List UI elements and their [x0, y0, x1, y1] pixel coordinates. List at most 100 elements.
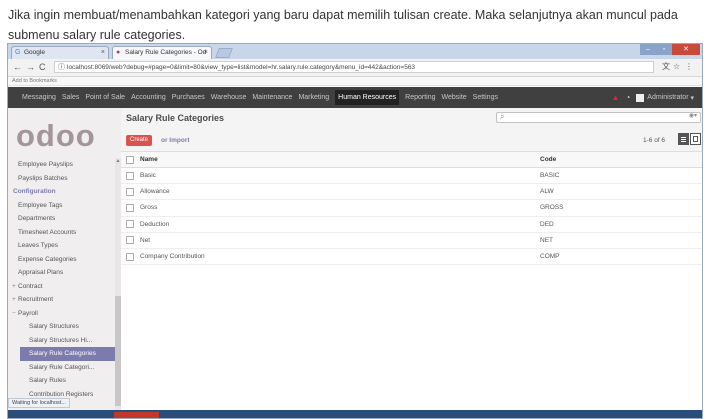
- top-menu-item[interactable]: Settings: [473, 94, 498, 101]
- row-checkbox[interactable]: [121, 183, 139, 201]
- cell-name: Company Contribution: [139, 248, 539, 266]
- cell-code: COMP: [539, 248, 702, 266]
- table-row[interactable]: Basic BASIC: [121, 167, 702, 185]
- top-menu-item[interactable]: Human Resources: [335, 90, 400, 105]
- sidebar-item-label: Payslips Batches: [18, 174, 68, 182]
- select-all-checkbox[interactable]: [121, 152, 139, 168]
- user-menu[interactable]: Administrator: [647, 94, 688, 101]
- cell-name: Gross: [139, 199, 539, 217]
- user-area: ▲ ◔ Administrator ▾: [612, 87, 694, 108]
- back-arrow-icon[interactable]: ←: [13, 61, 22, 73]
- top-menu-item[interactable]: Maintenance: [252, 94, 292, 101]
- status-bar: Waiting for localhost...: [8, 398, 70, 408]
- top-menu-item[interactable]: Accounting: [131, 94, 166, 101]
- top-menu-item[interactable]: Reporting: [405, 94, 435, 101]
- search-options-icon[interactable]: ◉▾: [689, 112, 697, 119]
- reload-icon[interactable]: C: [39, 61, 46, 73]
- cell-code: DED: [539, 216, 702, 233]
- star-icon[interactable]: ☆: [673, 61, 680, 73]
- tab-label: Google: [24, 49, 45, 56]
- top-menu-item[interactable]: Purchases: [172, 94, 205, 101]
- import-link[interactable]: or Import: [161, 135, 190, 146]
- bug-icon[interactable]: ▲: [612, 93, 620, 102]
- table-row[interactable]: Company Contribution COMP: [121, 248, 702, 266]
- google-icon: G: [15, 49, 21, 56]
- translate-icon[interactable]: 文: [662, 61, 670, 73]
- form-view-icon[interactable]: [690, 133, 701, 145]
- sidebar-item[interactable]: Employee Payslips: [8, 158, 121, 172]
- top-menu-item[interactable]: Sales: [62, 94, 80, 101]
- cell-name: Net: [139, 232, 539, 249]
- row-checkbox[interactable]: [121, 248, 139, 266]
- control-panel: Salary Rule Categories ⌕ ◉▾ Create or Im…: [121, 108, 702, 152]
- search-input[interactable]: ⌕ ◉▾: [496, 112, 701, 123]
- sidebar-item-label: Recruitment: [18, 296, 54, 303]
- pager-value[interactable]: 1-6 of 6: [643, 135, 665, 146]
- list-view-icon[interactable]: [678, 133, 689, 145]
- row-checkbox[interactable]: [121, 199, 139, 217]
- chat-icon[interactable]: ◔: [625, 93, 630, 102]
- cell-name: Basic: [139, 167, 539, 185]
- sidebar-item[interactable]: Appraisal Plans: [8, 266, 121, 280]
- tab-label: Salary Rule Categories - Od: [125, 49, 207, 56]
- menu-dots-icon[interactable]: ⋮: [685, 61, 693, 73]
- main-content: Salary Rule Categories ⌕ ◉▾ Create or Im…: [121, 108, 702, 418]
- sidebar-item[interactable]: − Payroll: [8, 307, 121, 321]
- window-close-button[interactable]: ✕: [672, 44, 700, 55]
- sidebar-item[interactable]: Timesheet Accounts: [8, 226, 121, 240]
- table-row[interactable]: Net NET: [121, 232, 702, 249]
- browser-tab-odoo[interactable]: ● Salary Rule Categories - Od ×: [112, 46, 212, 59]
- sidebar-item-label: Configuration: [13, 188, 56, 195]
- close-icon[interactable]: ×: [204, 47, 208, 58]
- sidebar-item[interactable]: Salary Structures: [8, 320, 121, 334]
- top-menu-item[interactable]: Website: [442, 94, 467, 101]
- row-checkbox[interactable]: [121, 232, 139, 249]
- chevron-down-icon: ▾: [688, 94, 694, 102]
- table-row[interactable]: Deduction DED: [121, 216, 702, 233]
- top-menu-item[interactable]: Warehouse: [211, 94, 247, 101]
- sidebar-item[interactable]: Salary Rule Categories: [20, 347, 121, 361]
- maximize-button[interactable]: ▫: [656, 44, 672, 55]
- forward-arrow-icon[interactable]: →: [26, 61, 35, 73]
- app-menu: Messaging Sales Point of Sale Accounting Pur…: [22, 87, 504, 108]
- row-checkbox[interactable]: [121, 216, 139, 233]
- sidebar-item-label: Employee Payslips: [18, 161, 73, 168]
- tutorial-caption: Jika ingin membuat/menambahkan kategori …: [8, 8, 678, 42]
- records-table: Name Code Basic BASIC Allowance ALW Gross GRO…: [121, 152, 702, 266]
- sidebar-item[interactable]: + Contract: [8, 280, 121, 294]
- create-button[interactable]: Create: [126, 135, 153, 146]
- sidebar-item-label: Salary Rule Categories: [29, 350, 96, 357]
- column-header-code[interactable]: Code: [539, 152, 702, 168]
- sidebar-item-label: Salary Rules: [29, 377, 66, 384]
- avatar[interactable]: [636, 93, 645, 102]
- sidebar-item[interactable]: Employee Tags: [8, 199, 121, 213]
- browser-tab-google[interactable]: G Google ×: [11, 46, 109, 59]
- sidebar-item[interactable]: Salary Structures Hi...: [8, 334, 121, 348]
- sidebar-item[interactable]: Salary Rules: [8, 374, 121, 388]
- sidebar-item[interactable]: Expense Categories: [8, 253, 121, 267]
- sidebar-item[interactable]: Payslips Batches: [8, 172, 121, 186]
- odoo-tab-icon: ●: [116, 49, 121, 56]
- sidebar-item-label: Leaves Types: [18, 242, 58, 249]
- top-menu-item[interactable]: Point of Sale: [85, 94, 125, 101]
- close-icon[interactable]: ×: [101, 47, 105, 58]
- sidebar-item-label: Timesheet Accounts: [18, 228, 77, 236]
- search-icon: ⌕: [500, 112, 505, 121]
- sidebar-item[interactable]: Leaves Types: [8, 239, 121, 253]
- minimize-button[interactable]: –: [640, 44, 656, 55]
- sidebar-item[interactable]: Departments: [8, 212, 121, 226]
- column-header-name[interactable]: Name: [139, 152, 539, 168]
- browser-tab-strip: G Google × ● Salary Rule Categories - Od…: [8, 44, 702, 59]
- top-menu-item[interactable]: Marketing: [298, 94, 329, 101]
- top-menu-item[interactable]: Messaging: [22, 94, 56, 101]
- cell-name: Deduction: [139, 216, 539, 233]
- sidebar-item[interactable]: Salary Rule Categori...: [8, 361, 121, 375]
- sidebar-item[interactable]: + Recruitment: [8, 293, 121, 307]
- table-row[interactable]: Gross GROSS: [121, 199, 702, 217]
- table-row[interactable]: Allowance ALW: [121, 183, 702, 201]
- row-checkbox[interactable]: [121, 167, 139, 185]
- address-bar[interactable]: ⓘ localhost:8069/web?debug=#page=0&limit…: [54, 61, 654, 73]
- bookmarks-label[interactable]: Add to Bookmarks: [12, 78, 57, 84]
- new-tab-button[interactable]: [215, 48, 233, 58]
- cell-code: BASIC: [539, 167, 702, 185]
